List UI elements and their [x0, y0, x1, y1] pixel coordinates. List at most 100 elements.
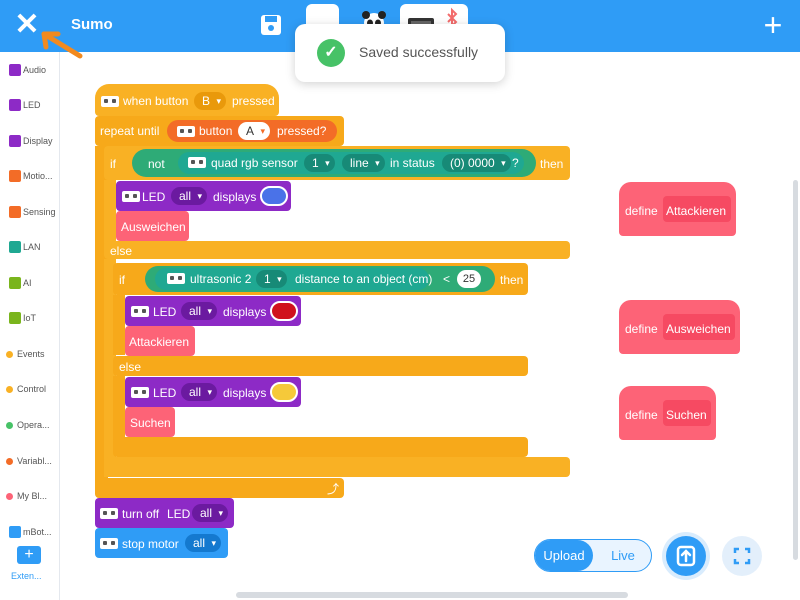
define-attackieren-block[interactable]: define Attackieren [619, 182, 736, 236]
category-label: Control [17, 384, 47, 394]
vertical-scrollbar[interactable] [793, 180, 798, 560]
define-ausweichen-block[interactable]: define Ausweichen [619, 300, 740, 354]
fullscreen-icon-svg [733, 547, 751, 565]
upload-live-switch[interactable]: Upload Live [534, 539, 652, 572]
less-than-operator[interactable]: ultrasonic 2 1 distance to an object (cm… [145, 266, 495, 292]
ultrasonic-number-select[interactable]: 1 [256, 270, 287, 288]
display-icon [9, 135, 21, 147]
color-picker[interactable] [270, 301, 298, 321]
category-label: LED [23, 100, 41, 110]
block-text: LED [153, 305, 177, 319]
ultrasonic-reporter[interactable]: ultrasonic 2 1 distance to an object (cm… [155, 268, 432, 290]
led-target-select[interactable]: all [192, 504, 229, 522]
save-toast: ✓ Saved successfully [295, 24, 505, 82]
block-text: else [119, 360, 142, 374]
when-button-pressed-block[interactable]: when button B pressed [95, 84, 279, 116]
save-icon[interactable] [258, 12, 284, 38]
category-audio[interactable]: Audio [0, 58, 60, 82]
status-select[interactable]: (0) 0000 [442, 154, 511, 172]
device-icon [100, 508, 118, 519]
category-motion[interactable]: Motio... [0, 164, 60, 188]
category-ai[interactable]: AI [0, 271, 60, 295]
repeat-until-block[interactable]: repeat until button A pressed? [95, 116, 344, 146]
live-mode-button[interactable]: Live [595, 540, 651, 571]
category-label: mBot... [23, 527, 52, 537]
color-picker[interactable] [260, 186, 288, 206]
distance-input[interactable]: 25 [457, 270, 481, 288]
iot-icon [9, 312, 21, 324]
call-suchen-block[interactable]: Suchen [125, 407, 175, 437]
check-circle-icon: ✓ [317, 39, 345, 67]
motor-target-select[interactable]: all [185, 534, 222, 552]
not-operator[interactable]: not quad rgb sensor 1 line in status (0)… [132, 149, 536, 177]
block-text: not [148, 157, 165, 171]
stop-motor-block[interactable]: stop motor all [95, 528, 228, 558]
plus-icon[interactable]: + [758, 9, 788, 41]
device-icon [167, 273, 185, 284]
extension-add-button[interactable]: + [17, 546, 41, 564]
category-label: AI [23, 278, 32, 288]
color-picker[interactable] [270, 382, 298, 402]
led-target-select[interactable]: all [181, 383, 218, 401]
if2-arm [113, 295, 125, 355]
block-text: pressed [232, 94, 275, 108]
category-operators[interactable]: Opera... [0, 413, 60, 437]
category-control[interactable]: Control [0, 377, 60, 401]
button-pressed-condition[interactable]: button A pressed? [167, 120, 337, 142]
upload-mode-button[interactable]: Upload [535, 540, 593, 571]
block-text: quad rgb sensor [211, 156, 298, 170]
block-text: Ausweichen [121, 220, 186, 234]
block-text: Suchen [666, 408, 707, 422]
block-text: Suchen [130, 416, 171, 430]
upload-icon[interactable] [666, 536, 706, 576]
block-text: displays [223, 386, 267, 400]
category-label: Opera... [17, 420, 50, 430]
category-iot[interactable]: IoT [0, 306, 60, 330]
block-text: when button [123, 94, 189, 108]
close-icon[interactable]: ✕ [12, 10, 42, 40]
category-label: Variabl... [17, 456, 52, 466]
led-displays-block[interactable]: LED all displays [116, 181, 291, 211]
category-my-blocks[interactable]: My Bl... [0, 484, 60, 508]
sensor-number-select[interactable]: 1 [304, 154, 335, 172]
call-attackieren-block[interactable]: Attackieren [125, 326, 195, 356]
toast-message: Saved successfully [359, 44, 479, 60]
block-text: stop motor [122, 537, 179, 551]
if1-footer [104, 457, 570, 477]
category-led[interactable]: LED [0, 93, 60, 117]
define-suchen-block[interactable]: define Suchen [619, 386, 716, 440]
extension-label[interactable]: Exten... [11, 571, 42, 581]
led-target-select[interactable]: all [181, 302, 218, 320]
line-select[interactable]: line [342, 154, 385, 172]
led-displays-block[interactable]: LED all displays [125, 296, 301, 326]
led-displays-block[interactable]: LED all displays [125, 377, 301, 407]
block-text: displays [213, 190, 257, 204]
motion-icon [9, 170, 21, 182]
block-text: ? [512, 156, 519, 170]
category-mbot[interactable]: mBot... [0, 520, 60, 544]
horizontal-scrollbar[interactable] [236, 592, 628, 598]
repeat-arrow-icon: ⤴ [327, 482, 340, 496]
quad-rgb-sensor-reporter[interactable]: quad rgb sensor 1 line in status (0) 000… [178, 152, 524, 174]
category-display[interactable]: Display [0, 129, 60, 153]
block-text: < [443, 272, 451, 286]
block-text: Attackieren [666, 204, 727, 218]
category-events[interactable]: Events [0, 342, 60, 366]
if2-footer [113, 437, 528, 457]
device-icon [188, 157, 206, 168]
category-sensing[interactable]: Sensing [0, 200, 60, 224]
led-icon [9, 99, 21, 111]
turn-off-led-block[interactable]: turn off LED all [95, 498, 234, 528]
button-select[interactable]: A [238, 122, 271, 140]
fullscreen-icon[interactable] [722, 536, 762, 576]
category-lan[interactable]: LAN [0, 235, 60, 259]
if-ultrasonic-block[interactable]: if ultrasonic 2 1 distance to an object … [113, 263, 528, 295]
upload-icon-svg [676, 545, 696, 567]
category-variables[interactable]: Variabl... [0, 449, 60, 473]
led-target-select[interactable]: all [171, 187, 208, 205]
if-not-block[interactable]: if not quad rgb sensor 1 line in status … [104, 146, 570, 180]
button-select[interactable]: B [194, 92, 227, 110]
category-label: Display [23, 136, 53, 146]
category-label: IoT [23, 313, 37, 323]
call-ausweichen-block[interactable]: Ausweichen [116, 211, 189, 241]
